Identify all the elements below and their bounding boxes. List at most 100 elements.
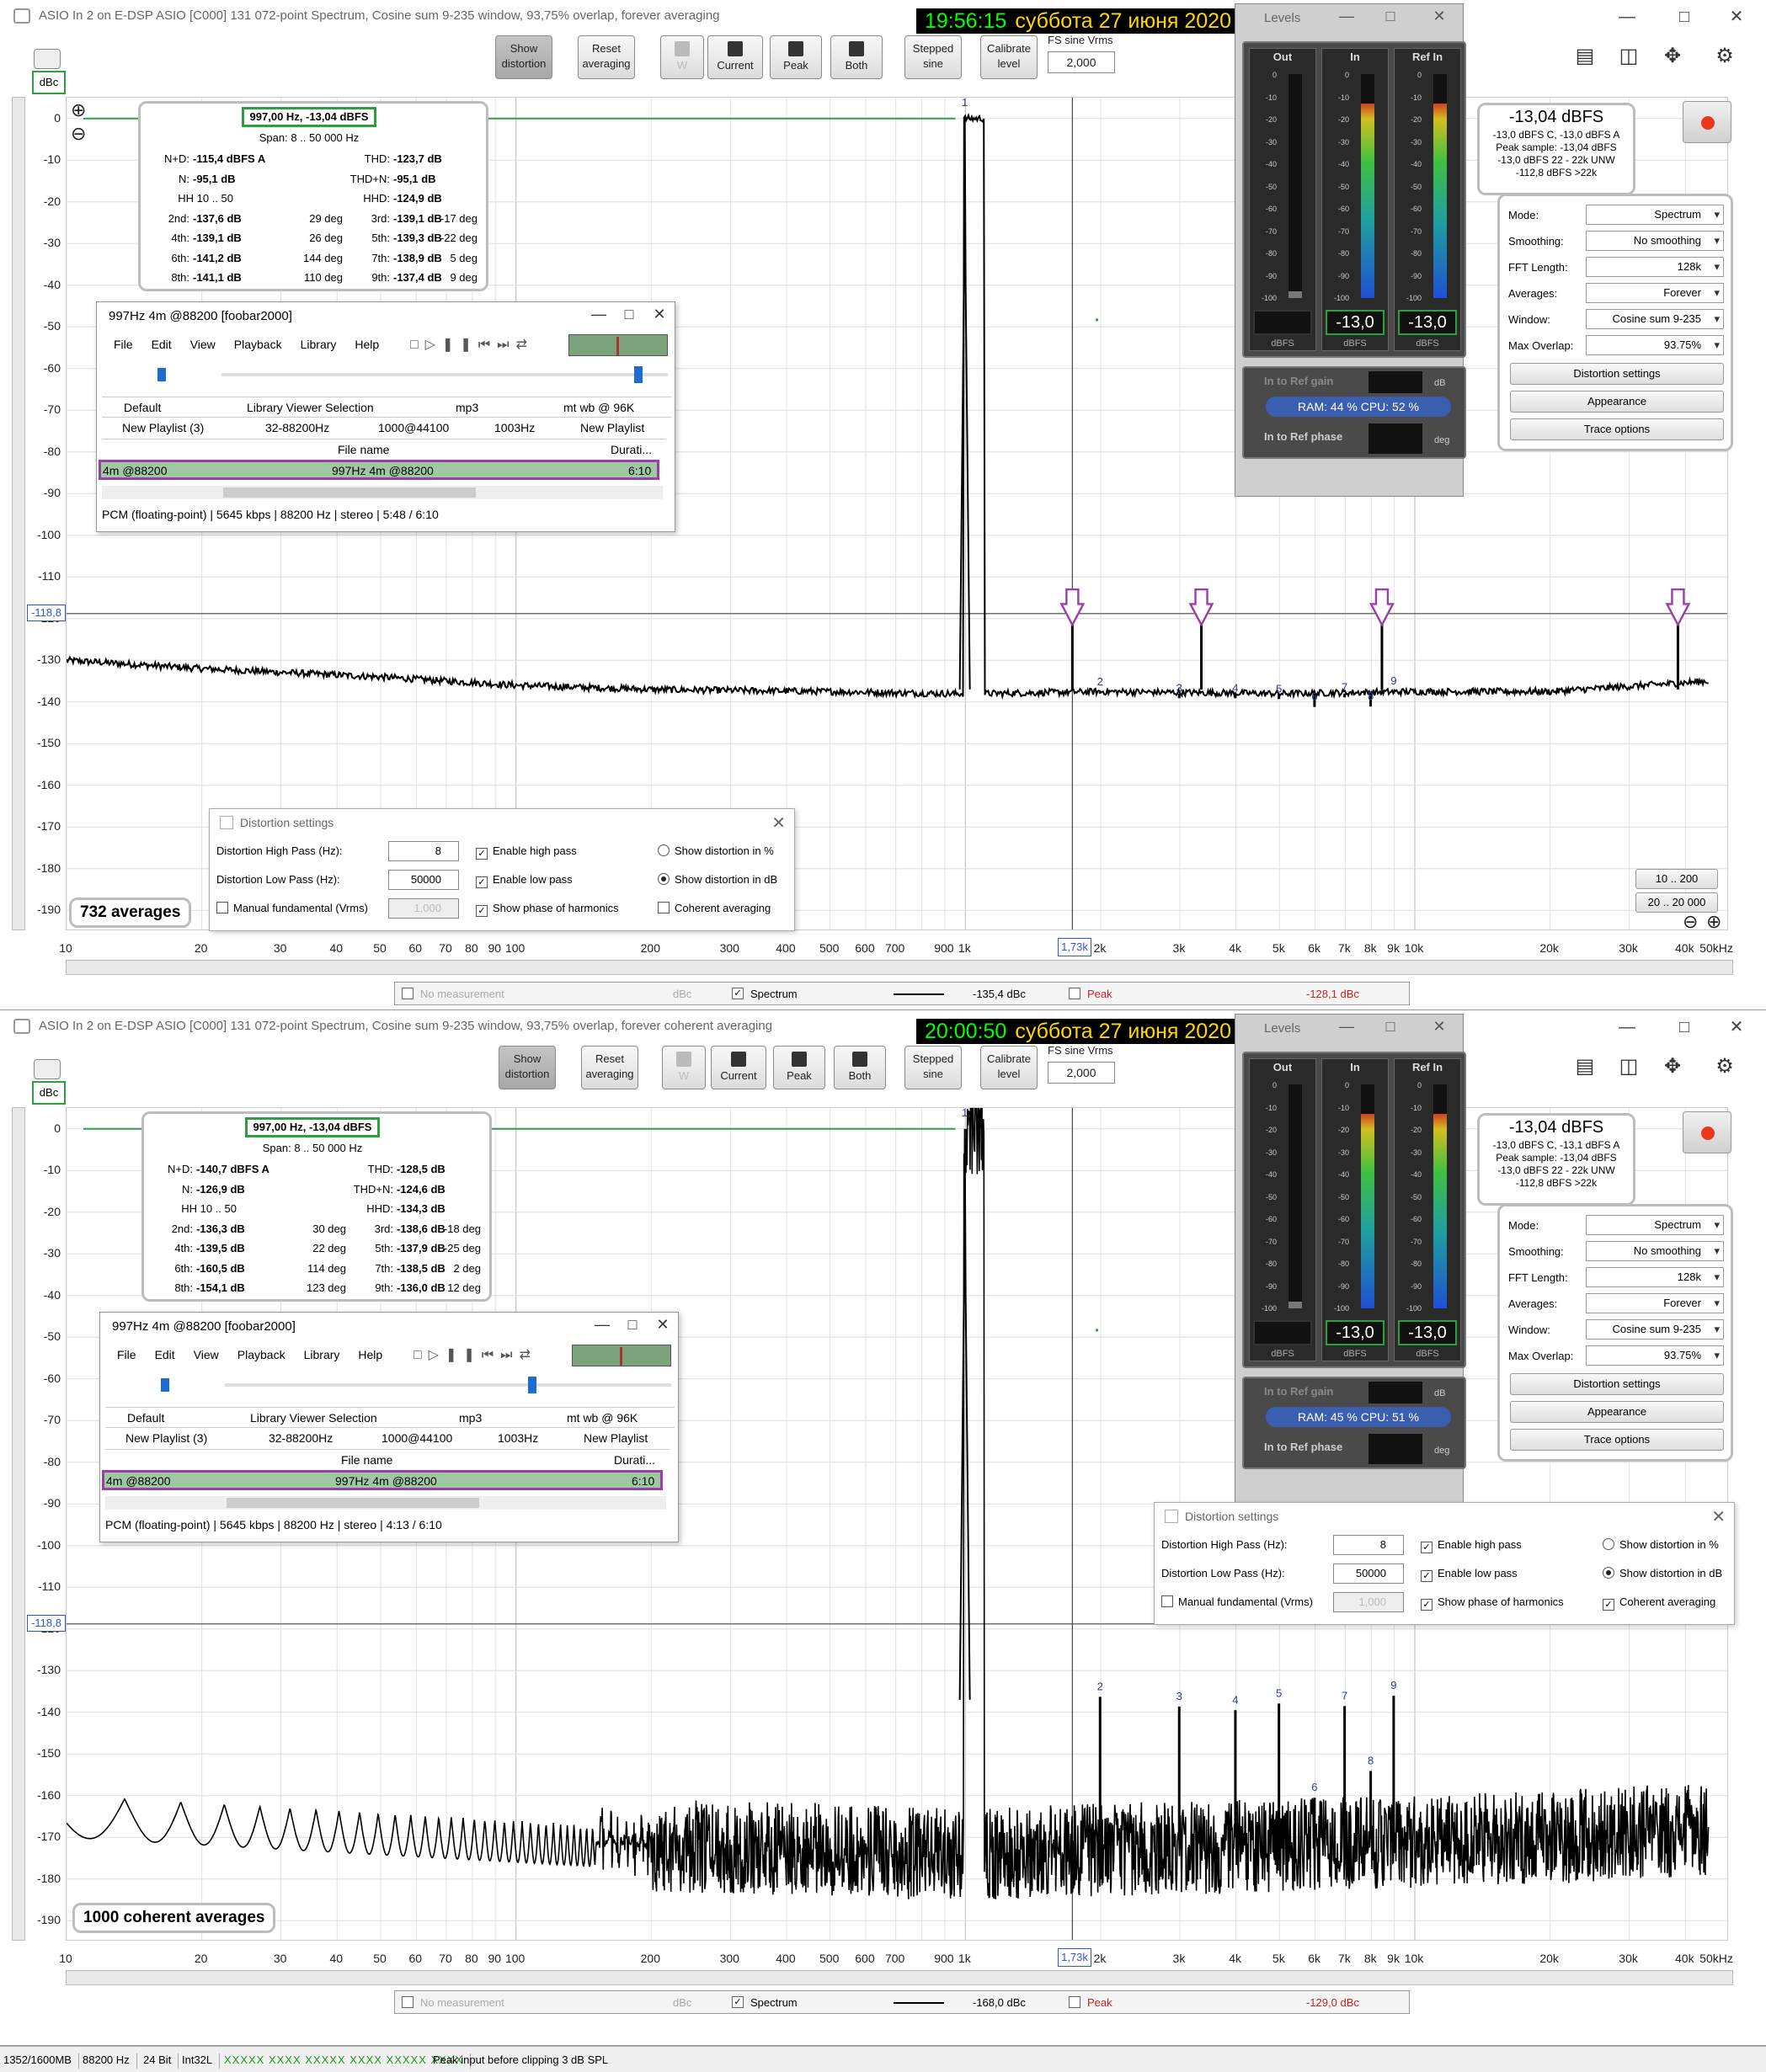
foobar-menu-playback[interactable]: Playback [237,1348,285,1361]
close-icon[interactable]: ✕ [1718,1015,1755,1039]
col-duration[interactable]: Durati... [614,1453,655,1467]
foobar-menu-edit[interactable]: Edit [152,338,172,351]
smoothing-select[interactable]: No smoothing [1586,231,1724,251]
panels-icon[interactable]: ◫ [1610,1052,1647,1081]
calibrate-level-button[interactable]: Calibrate level [980,1046,1038,1089]
foobar-maximize-icon[interactable]: □ [617,1316,648,1338]
fs-input[interactable]: 2,000 [1048,51,1115,73]
manual-fundamental-checkbox[interactable]: Manual fundamental (Vrms) [1161,1595,1313,1608]
current-button[interactable]: Current [707,35,763,79]
minimize-icon[interactable]: — [1609,5,1646,29]
coherent-averaging-checkbox[interactable]: ✓ Coherent averaging [1603,1595,1715,1611]
peak-checkbox[interactable] [1069,1996,1080,2008]
lp-input[interactable]: 50000 [388,870,459,890]
minimize-icon[interactable]: — [1609,1015,1646,1039]
playlist-tab[interactable]: mt wb @ 96K [567,1411,638,1425]
hp-input[interactable]: 8 [1333,1535,1404,1555]
foobar-maximize-icon[interactable]: □ [614,306,644,328]
foobar-hscroll[interactable] [105,1496,666,1510]
playlist-tab[interactable]: Default [124,401,161,414]
both-button[interactable]: Both [834,1046,886,1089]
foobar-menu-edit[interactable]: Edit [155,1348,175,1361]
dsettings-close-icon[interactable]: ✕ [1711,1506,1726,1527]
w-button[interactable]: W [660,35,704,79]
stepped-sine-button[interactable]: Stepped sine [904,35,962,79]
y-marker-readout[interactable]: -118,8 [27,604,66,621]
foobar-menu-help[interactable]: Help [355,338,379,351]
foobar-menu-playback[interactable]: Playback [234,338,282,351]
fft-length-select[interactable]: 128k [1586,1267,1724,1287]
max-overlap-select[interactable]: 93.75% [1586,335,1724,355]
distortion-percent-radio[interactable]: Show distortion in % [658,844,774,857]
mf-input[interactable]: 1,000 [1333,1592,1404,1612]
calibrate-level-button[interactable]: Calibrate level [980,35,1038,79]
max-overlap-select[interactable]: 93.75% [1586,1345,1724,1366]
camera-icon[interactable] [34,1059,61,1079]
playlist-tab[interactable]: 1003Hz [498,1431,538,1445]
peak-button[interactable]: Peak [770,35,822,79]
col-duration[interactable]: Durati... [611,443,652,456]
zoom-20-20000-button[interactable]: 20 .. 20 000 [1635,892,1718,913]
enable-low-pass-checkbox[interactable]: ✓ Enable low pass [1421,1567,1518,1582]
window-select[interactable]: Cosine sum 9-235 [1586,309,1724,329]
gear-icon[interactable]: ⚙ [1706,1052,1743,1081]
no-measurement-checkbox[interactable] [402,988,413,999]
mf-input[interactable]: 1,000 [388,898,459,919]
playlist-tab[interactable]: New Playlist (3) [122,421,204,434]
foobar-minimize-icon[interactable]: — [587,1316,617,1338]
seek-bar[interactable] [225,1377,671,1393]
foobar-menu-library[interactable]: Library [304,1348,340,1361]
record-button[interactable] [1683,101,1731,143]
levels-close-icon[interactable]: ✕ [1422,1018,1456,1040]
foobar-hscroll[interactable] [102,486,663,499]
hp-input[interactable]: 8 [388,841,459,861]
camera-icon[interactable] [34,49,61,69]
record-button[interactable] [1683,1111,1731,1153]
coherent-averaging-checkbox[interactable]: Coherent averaging [658,902,771,914]
dsettings-close-icon[interactable]: ✕ [771,812,786,834]
levels-minimize-icon[interactable]: — [1330,1018,1363,1040]
col-file-name[interactable]: File name [338,443,389,456]
enable-low-pass-checkbox[interactable]: ✓ Enable low pass [476,873,573,888]
move-icon[interactable]: ✥ [1654,42,1691,71]
playlist-tab[interactable]: Library Viewer Selection [247,401,374,414]
smoothing-select[interactable]: No smoothing [1586,1241,1724,1261]
averages-select[interactable]: Forever [1586,1293,1724,1313]
display-icon[interactable]: ▤ [1566,1052,1603,1081]
foobar-menu-view[interactable]: View [194,1348,219,1361]
zoom-in-x-icon[interactable]: ⊕ [1706,911,1721,933]
levels-close-icon[interactable]: ✕ [1422,8,1456,29]
current-button[interactable]: Current [711,1046,766,1089]
zoom-out-x-icon[interactable]: ⊖ [1683,911,1698,933]
playlist-tab[interactable]: 32-88200Hz [265,421,329,434]
foobar-menu-file[interactable]: File [117,1348,136,1361]
foobar-menu-file[interactable]: File [114,338,133,351]
distortion-db-radio[interactable]: Show distortion in dB [1603,1567,1722,1579]
foobar-close-icon[interactable]: ✕ [644,306,675,328]
distortion-settings-button[interactable]: Distortion settings [1510,363,1724,385]
stepped-sine-button[interactable]: Stepped sine [904,1046,962,1089]
maximize-icon[interactable]: □ [1666,1015,1703,1039]
vertical-scrollbar[interactable] [12,1107,25,1941]
zoom-out-icon[interactable]: ⊖ [71,123,86,145]
enable-high-pass-checkbox[interactable]: ✓ Enable high pass [1421,1538,1522,1553]
peak-checkbox[interactable] [1069,988,1080,999]
distortion-percent-radio[interactable]: Show distortion in % [1603,1538,1719,1551]
horizontal-scrollbar[interactable] [66,1970,1733,1985]
both-button[interactable]: Both [830,35,883,79]
volume-slider[interactable] [119,1377,211,1393]
playlist-tab[interactable]: mp3 [456,401,478,414]
playback-controls[interactable]: □▷❚❚⏮⏭⇄ [410,336,553,354]
levels-minimize-icon[interactable]: — [1330,8,1363,29]
close-icon[interactable]: ✕ [1718,5,1755,29]
foobar-menu-library[interactable]: Library [301,338,337,351]
foobar-close-icon[interactable]: ✕ [648,1316,678,1338]
spectrum-checkbox[interactable]: ✓ [732,1996,744,2008]
playlist-tab[interactable]: 1000@44100 [381,1431,452,1445]
seek-bar[interactable] [221,366,668,383]
w-button[interactable]: W [662,1046,706,1089]
track-row[interactable]: 4m @88200 997Hz 4m @88200 6:10 [99,460,659,480]
zoom-in-icon[interactable]: ⊕ [71,99,86,121]
peak-button[interactable]: Peak [773,1046,825,1089]
gear-icon[interactable]: ⚙ [1706,42,1743,71]
